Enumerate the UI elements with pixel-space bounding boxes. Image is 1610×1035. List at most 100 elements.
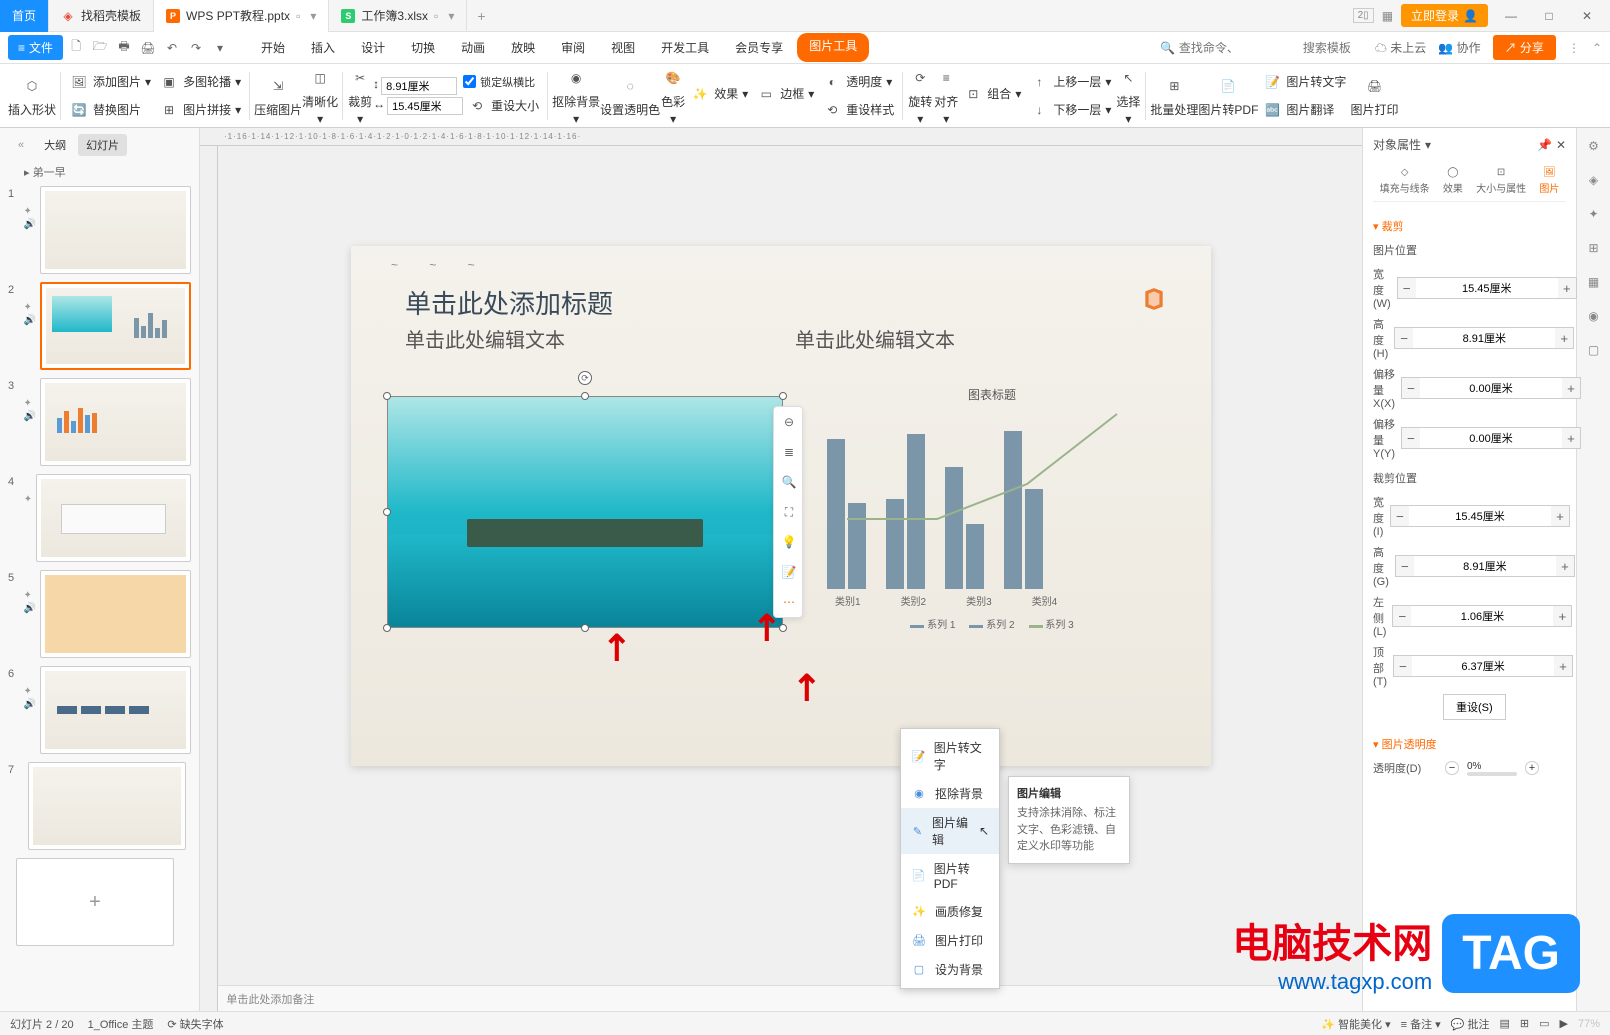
collapse-ribbon-icon[interactable]: ⌃ (1592, 41, 1602, 55)
effect[interactable]: ✨效果 ▾ (686, 82, 752, 106)
rail-layout-icon[interactable]: ⊞ (1584, 238, 1604, 258)
inc-button[interactable]: + (1554, 656, 1572, 676)
offy-input[interactable] (1420, 432, 1562, 444)
template-tab[interactable]: ◈ 找稻壳模板 (49, 0, 154, 32)
menu-tab-animation[interactable]: 动画 (449, 33, 497, 62)
menu-tab-picture-tools[interactable]: 图片工具 (797, 33, 869, 62)
resize-handle[interactable] (779, 392, 787, 400)
offx-input[interactable] (1420, 382, 1562, 394)
down-layer[interactable]: ↓下移一层 ▾ (1025, 98, 1115, 122)
cwidth-input[interactable] (1409, 510, 1551, 522)
view-reading-icon[interactable]: ▭ (1539, 1017, 1549, 1030)
selected-image[interactable]: ⟳ (387, 396, 783, 628)
thumb-3[interactable] (40, 378, 191, 466)
inc-button[interactable]: + (1562, 428, 1580, 448)
thumb-6[interactable] (40, 666, 191, 754)
ctx-removebg[interactable]: ◉抠除背景 (901, 779, 999, 808)
inc-button[interactable]: + (1556, 556, 1574, 576)
carousel[interactable]: ▣多图轮播 ▾ (155, 70, 245, 94)
notes-button[interactable]: ≡ 备注 ▾ (1401, 1016, 1441, 1032)
slide-title[interactable]: 单击此处添加标题 (405, 284, 613, 321)
home-tab[interactable]: 首页 (0, 0, 49, 32)
ctx-enhance[interactable]: ✨画质修复 (901, 897, 999, 926)
ctx-print[interactable]: 🖨图片打印 (901, 926, 999, 955)
left-input[interactable] (1411, 610, 1553, 622)
ctx-setbg[interactable]: ▢设为背景 (901, 955, 999, 984)
dec-opacity[interactable]: − (1445, 761, 1459, 775)
menu-tab-insert[interactable]: 插入 (299, 33, 347, 62)
ctx-edit[interactable]: ✎图片编辑↖ (901, 808, 999, 854)
thumb-2[interactable] (40, 282, 191, 370)
search-box[interactable]: 🔍 (1160, 41, 1363, 55)
cloud-button[interactable]: ☁ 未上云 (1375, 39, 1426, 56)
float-ocr[interactable]: 📝 (774, 557, 804, 587)
replace-image[interactable]: 🔄替换图片 (65, 98, 155, 122)
group[interactable]: ⊡组合 ▾ (959, 82, 1025, 106)
height-input[interactable] (1413, 332, 1555, 344)
dropdown-icon[interactable]: ▾ (209, 37, 231, 59)
file-menu[interactable]: ≡ 文件 (8, 35, 63, 60)
undo-icon[interactable]: ↶ (161, 37, 183, 59)
menu-tab-slideshow[interactable]: 放映 (499, 33, 547, 62)
view-normal-icon[interactable]: ▤ (1499, 1017, 1509, 1030)
width-input[interactable] (387, 97, 463, 115)
share-button[interactable]: ↗ 分享 (1493, 35, 1556, 60)
close-panel-icon[interactable]: ✕ (1556, 138, 1566, 152)
rail-style-icon[interactable]: ◈ (1584, 170, 1604, 190)
reset-button[interactable]: 重设(S) (1443, 694, 1506, 720)
inc-button[interactable]: + (1562, 378, 1580, 398)
crop[interactable]: ✂裁剪 ▾ (347, 65, 373, 126)
rotate-handle[interactable]: ⟳ (578, 371, 592, 385)
minimize-button[interactable]: — (1496, 1, 1526, 31)
insert-shape[interactable]: ⬡插入形状 (8, 73, 56, 118)
slides-tab[interactable]: 幻灯片 (78, 134, 127, 156)
tab-menu-icon[interactable]: ▫ (296, 9, 300, 23)
translate[interactable]: 🔤图片翻译 (1258, 98, 1350, 122)
app-icon-1[interactable]: 2▯ (1353, 8, 1374, 23)
thumb-7[interactable] (28, 762, 186, 850)
menu-tab-view[interactable]: 视图 (599, 33, 647, 62)
select[interactable]: ↖选择 ▾ (1115, 65, 1141, 126)
login-button[interactable]: 立即登录 👤 (1401, 4, 1488, 27)
prop-tab-fill[interactable]: ◇填充与线条 (1380, 167, 1430, 195)
to-pdf[interactable]: 📄图片转PDF (1198, 73, 1258, 118)
missing-font[interactable]: ⟳ 缺失字体 (167, 1016, 223, 1032)
beautify-button[interactable]: ✨ 智能美化 ▾ (1321, 1016, 1390, 1032)
height-input[interactable] (381, 77, 457, 95)
reset-size[interactable]: ⟲重设大小 (463, 94, 543, 118)
dec-button[interactable]: − (1402, 428, 1420, 448)
inc-button[interactable]: + (1555, 328, 1573, 348)
xlsx-tab[interactable]: S 工作簿3.xlsx ▫ ▾ (329, 0, 467, 32)
thumb-1[interactable] (40, 186, 191, 274)
float-idea[interactable]: 💡 (774, 527, 804, 557)
redo-icon[interactable]: ↷ (185, 37, 207, 59)
rotate[interactable]: ⟳旋转 ▾ (907, 65, 933, 126)
rail-settings-icon[interactable]: ⚙ (1584, 136, 1604, 156)
image-stitch[interactable]: ⊞图片拼接 ▾ (155, 98, 245, 122)
menu-tab-review[interactable]: 审阅 (549, 33, 597, 62)
menu-tab-start[interactable]: 开始 (249, 33, 297, 62)
print-icon[interactable]: 🖨 (137, 37, 159, 59)
pin-icon[interactable]: 📌 (1537, 138, 1552, 152)
dec-button[interactable]: − (1402, 378, 1420, 398)
rail-help-icon[interactable]: ◉ (1584, 306, 1604, 326)
close-icon[interactable]: ▾ (310, 9, 316, 23)
rail-animation-icon[interactable]: ✦ (1584, 204, 1604, 224)
chart[interactable]: 图表标题 类别1类别2类别3类别4 系列 1 系列 2 系 (817, 386, 1167, 636)
remove-bg[interactable]: ◉抠除背景 ▾ (552, 65, 600, 126)
search-template-input[interactable] (1303, 41, 1363, 55)
float-crop[interactable]: ⛶ (774, 497, 804, 527)
search-input[interactable] (1179, 41, 1299, 55)
menu-tab-member[interactable]: 会员专享 (723, 33, 795, 62)
slide-canvas[interactable]: ~ ~ ~ 单击此处添加标题 单击此处编辑文本 单击此处编辑文本 ⟳ (351, 246, 1211, 766)
prop-tab-effect[interactable]: ◯效果 (1443, 167, 1463, 195)
dec-button[interactable]: − (1398, 278, 1416, 298)
add-slide[interactable]: + (16, 858, 174, 946)
more-icon[interactable]: ⋮ (1568, 41, 1580, 55)
rail-template-icon[interactable]: ▦ (1584, 272, 1604, 292)
save-icon[interactable]: 🖶 (113, 37, 135, 59)
inc-button[interactable]: + (1558, 278, 1576, 298)
float-layers[interactable]: ≣ (774, 437, 804, 467)
resize-handle[interactable] (383, 624, 391, 632)
menu-tab-design[interactable]: 设计 (349, 33, 397, 62)
